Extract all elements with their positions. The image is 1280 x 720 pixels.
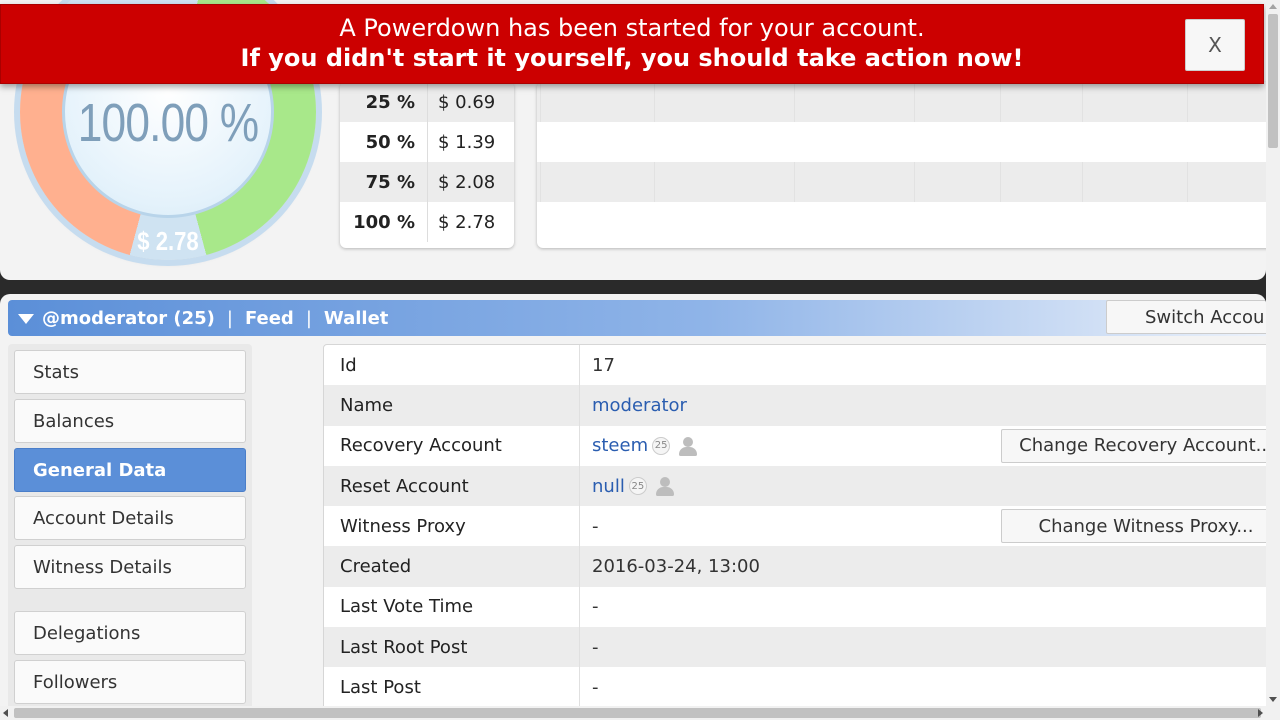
banner-close-button[interactable]: X [1185, 19, 1245, 71]
powerdown-warning-banner: A Powerdown has been started for your ac… [0, 4, 1264, 84]
row-value: - [592, 596, 599, 618]
switch-account-button[interactable]: Switch Account [1106, 300, 1266, 334]
name-link[interactable]: moderator [580, 395, 687, 416]
scroll-right-arrow-icon[interactable] [1258, 709, 1263, 717]
banner-line-2: If you didn't start it yourself, you sho… [240, 44, 1024, 72]
vote-row: 25 % $ 0.69 [340, 82, 514, 122]
grid-row [537, 122, 1266, 162]
reset-account-cell: null 25 [580, 476, 675, 497]
row-key: Last Vote Time [324, 586, 580, 628]
grid-row [537, 162, 1266, 202]
sidebar-item-general-data[interactable]: General Data [14, 448, 246, 492]
data-row-last-vote-time: Last Vote Time - [324, 586, 1266, 628]
sidebar-item-balances[interactable]: Balances [14, 399, 246, 443]
stats-grid-panel [537, 82, 1266, 248]
row-value: 17 [592, 354, 615, 376]
vote-amount: $ 2.78 [438, 211, 496, 233]
sidebar-item-delegations[interactable]: Delegations [14, 611, 246, 655]
horizontal-scrollbar[interactable] [0, 706, 1280, 720]
reputation-badge: 25 [628, 477, 647, 496]
row-key: Name [324, 385, 580, 426]
sidebar-item-account-details[interactable]: Account Details [14, 496, 246, 540]
banner-line-1: A Powerdown has been started for your ac… [339, 14, 925, 42]
separator: | [226, 307, 233, 329]
row-key: Witness Proxy [324, 506, 580, 547]
row-key: Last Post [324, 667, 580, 708]
account-links: @moderator (25) | Feed | Wallet [18, 300, 388, 336]
vote-percent: 50 % [340, 122, 428, 162]
vertical-scroll-thumb[interactable] [1268, 14, 1278, 148]
vote-percent: 75 % [340, 162, 428, 202]
vote-row: 100 % $ 2.78 [340, 202, 514, 242]
recovery-account-cell: steem 25 [580, 435, 698, 456]
grid-row [537, 202, 1266, 242]
sidebar-item-witness-details[interactable]: Witness Details [14, 545, 246, 589]
data-row-created: Created 2016-03-24, 13:00 [324, 546, 1266, 587]
reset-account-link[interactable]: null [592, 476, 625, 497]
voting-power-percent: 100.00 % [77, 93, 259, 153]
vote-row: 75 % $ 2.08 [340, 162, 514, 202]
vote-amount: $ 0.69 [438, 91, 496, 113]
horizontal-scroll-thumb[interactable] [14, 708, 1261, 718]
vote-value: $ 2.78 [137, 226, 199, 256]
row-key: Created [324, 546, 580, 587]
sidebar-item-stats[interactable]: Stats [14, 350, 246, 394]
vote-percent: 100 % [340, 202, 428, 242]
general-data-table: Id 17 Name moderator Recovery Account st… [323, 344, 1266, 720]
grid-row [537, 82, 1266, 122]
collapse-triangle-icon[interactable] [18, 314, 34, 324]
scroll-left-arrow-icon[interactable] [3, 709, 8, 717]
data-row-witness-proxy: Witness Proxy - Change Witness Proxy... [324, 506, 1266, 547]
scroll-up-arrow-icon[interactable] [1269, 4, 1277, 9]
data-row-last-post: Last Post - [324, 667, 1266, 708]
row-value: - [592, 677, 599, 699]
vote-value-table: 25 % $ 0.69 50 % $ 1.39 75 % $ 2.08 100 … [340, 82, 514, 248]
wallet-link[interactable]: Wallet [324, 308, 389, 329]
data-row-reset-account: Reset Account null 25 [324, 465, 1266, 507]
account-name-link[interactable]: @moderator (25) [42, 308, 215, 329]
user-icon[interactable] [655, 476, 675, 497]
change-recovery-account-button[interactable]: Change Recovery Account... [1001, 428, 1266, 463]
account-header-bar: @moderator (25) | Feed | Wallet Switch A… [8, 300, 1266, 336]
row-value: 2016-03-24, 13:00 [592, 556, 760, 578]
vertical-scrollbar[interactable] [1266, 0, 1280, 706]
account-sidebar: Stats Balances General Data Account Deta… [8, 344, 252, 720]
vote-percent: 25 % [340, 82, 428, 122]
row-key: Id [324, 345, 580, 386]
row-key: Recovery Account [324, 425, 580, 466]
feed-link[interactable]: Feed [245, 308, 294, 329]
row-key: Reset Account [324, 465, 580, 507]
data-row-id: Id 17 [324, 345, 1266, 386]
account-panel: @moderator (25) | Feed | Wallet Switch A… [0, 294, 1266, 720]
separator: | [305, 307, 312, 329]
vote-amount: $ 2.08 [438, 171, 496, 193]
user-icon[interactable] [678, 436, 698, 456]
data-row-last-root-post: Last Root Post - [324, 627, 1266, 668]
reputation-badge: 25 [652, 436, 671, 455]
change-witness-proxy-button[interactable]: Change Witness Proxy... [1001, 509, 1266, 544]
row-value: - [592, 515, 599, 537]
sidebar-item-followers[interactable]: Followers [14, 660, 246, 704]
vote-amount: $ 1.39 [438, 131, 496, 153]
data-row-name: Name moderator [324, 385, 1266, 426]
data-row-recovery-account: Recovery Account steem 25 Change Recover… [324, 425, 1266, 466]
recovery-account-link[interactable]: steem [592, 435, 648, 456]
vote-row: 50 % $ 1.39 [340, 122, 514, 162]
row-key: Last Root Post [324, 627, 580, 668]
scroll-down-arrow-icon[interactable] [1269, 697, 1277, 702]
row-value: - [592, 636, 599, 658]
